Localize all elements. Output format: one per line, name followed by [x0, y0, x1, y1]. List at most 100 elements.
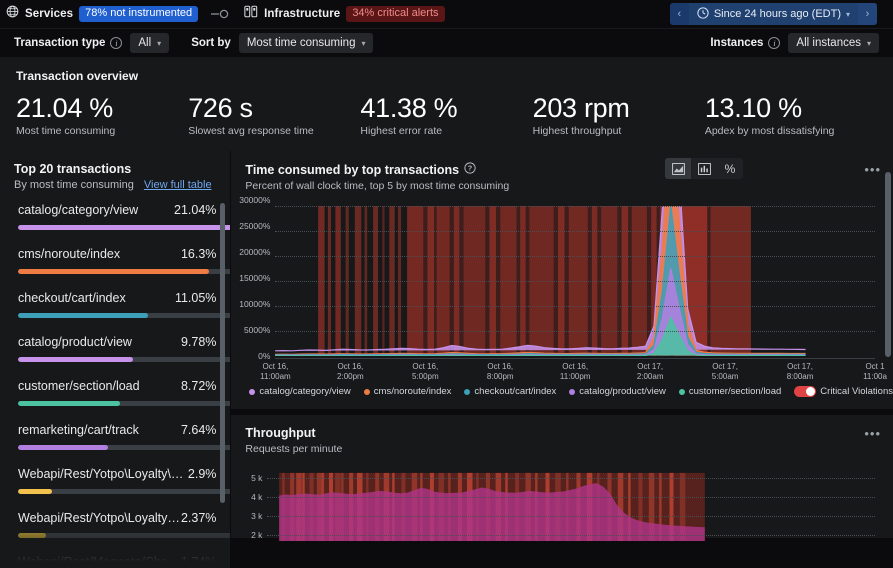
chevron-down-icon: ▾: [361, 38, 366, 48]
overview-metric-label: Highest error rate: [360, 125, 443, 138]
transaction-bar-track: [18, 533, 231, 538]
services-entity[interactable]: Services 78% not instrumented: [6, 5, 199, 23]
time-consumed-plot-area[interactable]: [275, 206, 875, 356]
x-axis-tick-label: Oct 1 11:00a: [863, 362, 887, 381]
time-consumed-menu-icon[interactable]: •••: [864, 163, 881, 176]
help-circle-icon[interactable]: ?: [464, 162, 476, 177]
transaction-type-info-icon[interactable]: i: [110, 37, 123, 49]
legend-color-dot: [569, 388, 576, 395]
transaction-row-header: cms/noroute/index 16.3%: [18, 247, 216, 261]
infrastructure-entity[interactable]: Infrastructure 34% critical alerts: [244, 5, 445, 23]
transaction-list-item[interactable]: Webapi/Rest/Yotpo\Loyalty\Api\Swell...2.…: [18, 511, 231, 538]
transaction-list-scrollbar[interactable]: [220, 203, 226, 503]
transaction-list-item[interactable]: Webapi/Rest/Magento/Checkout/Api...1.74%: [18, 555, 216, 568]
transaction-percent: 9.78%: [180, 335, 217, 349]
percent-toggle[interactable]: %: [717, 158, 743, 179]
throughput-card: Throughput Requests per minute ••• 5 k 4 …: [231, 415, 893, 541]
transaction-percent: 8.72%: [180, 379, 217, 393]
chart-gridline: [275, 306, 875, 307]
transaction-row-header: Webapi/Rest/Magento/Checkout/Api...1.74%: [18, 555, 216, 568]
transaction-row-header: Webapi/Rest/Yotpo\Loyalty\Api\Swell...2.…: [18, 511, 216, 525]
transaction-list-item[interactable]: catalog/category/view 21.04%: [18, 203, 231, 230]
toggle-switch-icon[interactable]: [794, 386, 817, 397]
transaction-bar-track: [18, 225, 231, 230]
transaction-list-item[interactable]: checkout/cart/index 11.05%: [18, 291, 231, 318]
infrastructure-status-badge[interactable]: 34% critical alerts: [346, 6, 445, 22]
transaction-bar-fill: [18, 489, 53, 494]
transaction-name: catalog/category/view: [18, 203, 139, 217]
chart-type-toggle-group[interactable]: %: [665, 158, 743, 179]
instances-value: All instances: [796, 37, 861, 49]
transaction-type-dropdown[interactable]: All ▾: [130, 33, 170, 53]
transaction-type-value: All: [138, 37, 152, 49]
instances-info-icon[interactable]: i: [768, 37, 781, 49]
transaction-list[interactable]: catalog/category/view 21.04% cms/noroute/i…: [0, 197, 231, 568]
y-axis-tick-label: 15000%: [239, 273, 271, 283]
overview-metric: 726 s Slowest avg response time: [188, 94, 360, 138]
chevron-down-icon: ▾: [845, 9, 850, 19]
bar-chart-toggle[interactable]: [691, 158, 717, 179]
transaction-name: catalog/product/view: [18, 335, 132, 349]
critical-violations-toggle[interactable]: Critical Violations: [794, 386, 893, 397]
legend-item[interactable]: checkout/cart/index: [464, 386, 556, 397]
area-chart-toggle[interactable]: [665, 158, 691, 179]
view-full-table-link[interactable]: View full table: [144, 179, 212, 191]
transaction-bar-track: [18, 445, 231, 450]
transaction-bar-fill: [18, 533, 46, 538]
transaction-percent: 2.9%: [187, 467, 217, 481]
time-range-next-button[interactable]: ›: [858, 3, 877, 25]
transaction-name: checkout/cart/index: [18, 291, 126, 305]
time-range-selector[interactable]: Since 24 hours ago (EDT) ▾: [688, 3, 858, 25]
throughput-y-axis: 5 k 4 k 3 k 2 k: [231, 467, 267, 541]
entity-link-toggle[interactable]: [210, 9, 232, 19]
throughput-y-tick-label: 2 k: [251, 530, 263, 541]
legend-item[interactable]: customer/section/load: [678, 386, 781, 397]
critical-violations-label: Critical Violations: [820, 386, 893, 397]
time-consumed-header: Time consumed by top transactions ? Perc…: [231, 151, 893, 192]
throughput-plot-area[interactable]: [267, 467, 875, 541]
transaction-row-header: catalog/product/view 9.78%: [18, 335, 216, 349]
time-range-previous-button[interactable]: ‹: [669, 3, 689, 25]
y-axis-tick-label: 20000%: [239, 247, 271, 257]
transaction-list-item[interactable]: customer/section/load 8.72%: [18, 379, 231, 406]
transaction-percent: 11.05%: [174, 291, 217, 305]
throughput-chart[interactable]: 5 k 4 k 3 k 2 k: [231, 463, 893, 541]
time-range-picker[interactable]: ‹ Since 24 hours ago (EDT) ▾ ›: [669, 3, 877, 25]
sort-by-label: Sort by: [191, 37, 231, 49]
time-consumed-legend[interactable]: catalog/category/view cms/noroute/index ch…: [231, 382, 893, 409]
legend-item[interactable]: catalog/category/view: [249, 386, 351, 397]
transaction-list-item[interactable]: Webapi/Rest/Yotpo\Loyalty\Api\Swell...2.…: [18, 467, 231, 494]
time-range-value: Since 24 hours ago (EDT): [713, 8, 841, 20]
instances-dropdown[interactable]: All instances ▾: [788, 33, 879, 53]
throughput-menu-icon[interactable]: •••: [864, 427, 881, 440]
transaction-bar-fill: [18, 357, 133, 362]
time-consumed-chart[interactable]: 0% 5000% 10000% 15000% 20000% 25000% 30000% Oc…: [231, 195, 893, 382]
overview-metric-label: Apdex by most dissatisfying: [704, 125, 835, 138]
throughput-subtitle: Requests per minute: [245, 443, 343, 455]
overview-metric-value: 13.10 %: [704, 93, 802, 123]
sort-by-dropdown[interactable]: Most time consuming ▾: [238, 33, 374, 53]
x-axis-tick-label: Oct 17, 5:00am: [711, 362, 739, 381]
y-axis-tick-label: 25000%: [239, 221, 271, 231]
legend-item[interactable]: catalog/product/view: [569, 386, 666, 397]
legend-item[interactable]: cms/noroute/index: [363, 386, 451, 397]
legend-color-dot: [249, 388, 256, 395]
transaction-list-item[interactable]: remarketing/cart/track 7.64%: [18, 423, 231, 450]
main-content: Top 20 transactions By most time consumi…: [0, 151, 893, 568]
chart-gridline: [267, 535, 875, 537]
page-scrollbar[interactable]: [885, 172, 891, 357]
transaction-bar-track: [18, 401, 231, 406]
transaction-list-item[interactable]: catalog/product/view 9.78%: [18, 335, 231, 362]
instances-label: Instances: [710, 37, 764, 49]
overview-metric-value: 41.38 %: [360, 93, 458, 123]
chart-gridline: [275, 331, 875, 332]
transaction-name: customer/section/load: [18, 379, 140, 393]
services-status-badge[interactable]: 78% not instrumented: [79, 6, 199, 22]
time-consumed-title: Time consumed by top transactions: [245, 162, 460, 177]
transaction-name: Webapi/Rest/Yotpo\Loyalty\Api\Swell...: [18, 467, 188, 481]
transaction-percent: 16.3%: [180, 247, 217, 261]
transaction-list-item[interactable]: cms/noroute/index 16.3%: [18, 247, 231, 274]
overview-metric: 203 rpm Highest throughput: [533, 94, 705, 138]
legend-label: checkout/cart/index: [474, 386, 557, 397]
top-navigation-bar: Services 78% not instrumented Infrastruc…: [0, 0, 893, 28]
